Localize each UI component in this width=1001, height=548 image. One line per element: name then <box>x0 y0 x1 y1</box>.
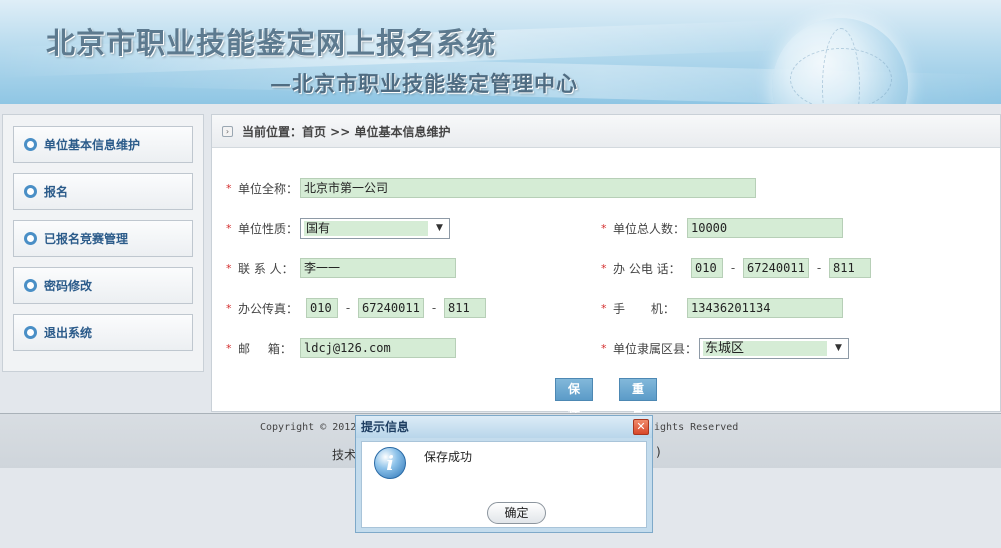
sidebar-item-register[interactable]: 报名 <box>13 173 193 210</box>
company-type-label: 单位性质： <box>238 221 299 236</box>
copyright-rights-text: ights Reserved <box>654 422 739 433</box>
row-office-fax: * 办公传真： 010 - 67240011 - 811 <box>226 298 486 318</box>
close-icon[interactable]: ✕ <box>633 419 649 435</box>
content-panel: › 当前位置：首页 >> 单位基本信息维护 * 单位全称： 北京市第一公司 * … <box>211 114 1001 417</box>
row-email: * 邮 箱： ldcj@126.com <box>226 338 456 358</box>
mobile-input[interactable]: 13436201134 <box>687 298 843 318</box>
office-phone-number-input[interactable]: 67240011 <box>743 258 809 278</box>
contact-label: 联 系 人： <box>238 261 294 276</box>
office-fax-number-input[interactable]: 67240011 <box>358 298 424 318</box>
breadcrumb-arrow-icon: › <box>222 125 233 137</box>
bullet-icon <box>24 326 37 339</box>
sidebar-item-change-password[interactable]: 密码修改 <box>13 267 193 304</box>
save-button[interactable]: 保存 <box>555 378 593 417</box>
required-mark: * <box>226 301 232 315</box>
total-staff-label: 单位总人数： <box>613 221 686 236</box>
row-district: * 单位隶属区县： 东城区 ▼ <box>601 337 849 359</box>
ok-button[interactable]: 确定 <box>487 502 546 524</box>
office-phone-area-input[interactable]: 010 <box>691 258 723 278</box>
copyright-text: Copyright © 2012 <box>260 422 357 433</box>
breadcrumb-text: 当前位置：首页 >> 单位基本信息维护 <box>242 124 451 139</box>
tech-support-text: 技术 <box>332 448 357 462</box>
dialog-title: 提示信息 <box>356 416 652 438</box>
separator-dash: - <box>730 261 736 275</box>
sidebar-item-logout[interactable]: 退出系统 <box>13 314 193 351</box>
required-mark: * <box>226 181 232 195</box>
header-banner: 北京市职业技能鉴定网上报名系统 —北京市职业技能鉴定管理中心 <box>0 0 1001 104</box>
sidebar-item-label: 密码修改 <box>44 279 93 293</box>
required-mark: * <box>226 261 232 275</box>
separator-dash: - <box>816 261 822 275</box>
company-name-input[interactable]: 北京市第一公司 <box>300 178 756 198</box>
district-value: 东城区 <box>703 340 827 356</box>
office-fax-area-input[interactable]: 010 <box>306 298 338 318</box>
sidebar-item-label: 报名 <box>44 185 69 199</box>
dialog-body: i 保存成功 确定 <box>361 441 647 528</box>
office-fax-ext-input[interactable]: 811 <box>444 298 486 318</box>
chevron-down-icon[interactable]: ▼ <box>432 221 447 236</box>
system-subtitle: —北京市职业技能鉴定管理中心 <box>270 71 578 96</box>
info-icon: i <box>374 447 406 479</box>
total-staff-input[interactable]: 10000 <box>687 218 843 238</box>
sidebar-item-company-info[interactable]: 单位基本信息维护 <box>13 126 193 163</box>
email-label: 邮 箱： <box>238 341 292 356</box>
reset-button[interactable]: 重置 <box>619 378 657 417</box>
bullet-icon <box>24 138 37 151</box>
sidebar-item-label: 已报名竞赛管理 <box>44 232 129 246</box>
row-company-name: * 单位全称： 北京市第一公司 <box>226 178 756 198</box>
tech-support-tail: ) <box>656 445 661 459</box>
office-phone-ext-input[interactable]: 811 <box>829 258 871 278</box>
required-mark: * <box>601 301 607 315</box>
breadcrumb: › 当前位置：首页 >> 单位基本信息维护 <box>212 115 1000 148</box>
dialog-message: 保存成功 <box>424 450 473 464</box>
company-type-value: 国有 <box>304 220 428 236</box>
contact-input[interactable]: 李一一 <box>300 258 456 278</box>
sidebar-item-registered-contests[interactable]: 已报名竞赛管理 <box>13 220 193 257</box>
office-fax-label: 办公传真： <box>238 301 299 316</box>
chevron-down-icon[interactable]: ▼ <box>831 341 846 356</box>
bullet-icon <box>24 232 37 245</box>
row-company-type: * 单位性质： 国有 ▼ <box>226 217 450 239</box>
row-total-staff: * 单位总人数： 10000 <box>601 218 843 238</box>
company-name-label: 单位全称： <box>238 181 299 196</box>
row-contact: * 联 系 人： 李一一 <box>226 258 456 278</box>
separator-dash: - <box>431 301 437 315</box>
required-mark: * <box>226 341 232 355</box>
row-mobile: * 手 机： 13436201134 <box>601 298 843 318</box>
district-select[interactable]: 东城区 ▼ <box>699 337 849 359</box>
sidebar: 单位基本信息维护 报名 已报名竞赛管理 密码修改 退出系统 <box>2 114 204 372</box>
sidebar-item-label: 单位基本信息维护 <box>44 138 141 152</box>
required-mark: * <box>226 221 232 235</box>
company-type-select[interactable]: 国有 ▼ <box>300 217 450 239</box>
district-label: 单位隶属区县： <box>613 341 698 356</box>
required-mark: * <box>601 261 607 275</box>
office-phone-label: 办 公电 话： <box>613 261 681 276</box>
required-mark: * <box>601 221 607 235</box>
email-input[interactable]: ldcj@126.com <box>300 338 456 358</box>
required-mark: * <box>601 341 607 355</box>
system-title: 北京市职业技能鉴定网上报名系统 <box>46 26 497 60</box>
mobile-label: 手 机： <box>613 301 675 316</box>
sidebar-item-label: 退出系统 <box>44 326 93 340</box>
separator-dash: - <box>345 301 351 315</box>
row-office-phone: * 办 公电 话： 010 - 67240011 - 811 <box>601 258 871 278</box>
bullet-icon <box>24 185 37 198</box>
bullet-icon <box>24 279 37 292</box>
message-dialog: 提示信息 ✕ i 保存成功 确定 <box>355 415 653 533</box>
